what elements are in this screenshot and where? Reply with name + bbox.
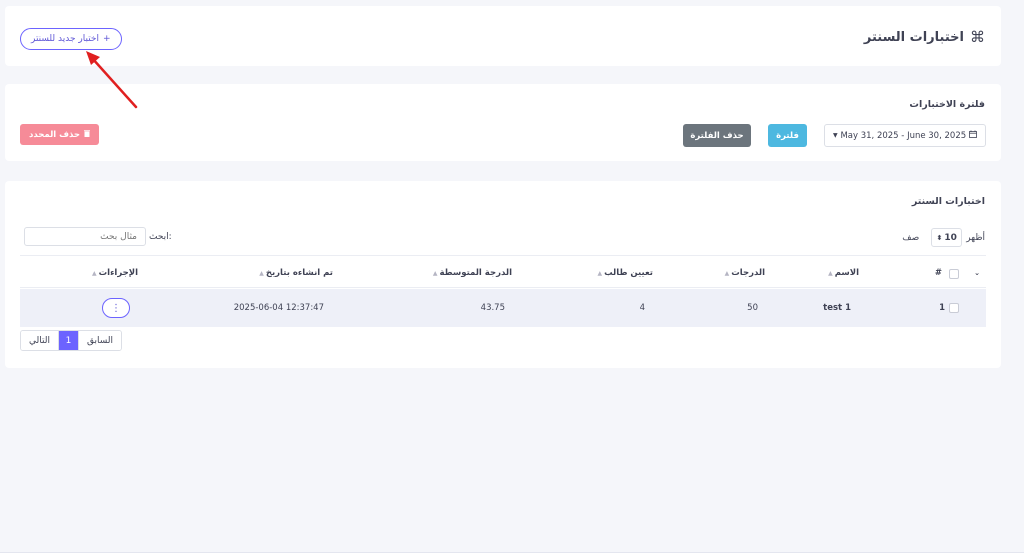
- new-exam-label: اختبار جديد للسنتر: [31, 34, 99, 44]
- col-avg[interactable]: الدرجة المتوسطة▲: [433, 268, 512, 278]
- col-grades[interactable]: الدرجات▲: [725, 268, 765, 278]
- row-index: 1: [939, 303, 945, 313]
- select-all-checkbox[interactable]: [949, 269, 959, 279]
- row-checkbox[interactable]: [949, 303, 959, 313]
- pagination-next[interactable]: التالي: [21, 331, 58, 350]
- sort-icon: ▲: [828, 270, 833, 277]
- row-name: test 1: [823, 303, 851, 313]
- bulk-actions-chevron-icon[interactable]: ⌄: [974, 268, 980, 278]
- filter-button[interactable]: فلترة: [768, 124, 807, 147]
- page-title: ⌘ اختبارات السنتر: [864, 28, 985, 46]
- command-icon: ⌘: [970, 28, 985, 46]
- page-size-select[interactable]: 10 ⬍: [931, 228, 963, 247]
- trash-icon: [84, 129, 91, 140]
- table-row[interactable]: 1 test 1 50 4 43.75 2025-06-04 12:37:47 …: [20, 289, 986, 327]
- col-assign-label: تعيين طالب: [604, 268, 653, 278]
- col-grades-label: الدرجات: [731, 268, 765, 278]
- date-range-picker[interactable]: ▼ May 31, 2025 - June 30, 2025: [824, 124, 986, 147]
- filter-card: فلترة الاختبارات ▼ May 31, 2025 - June 3…: [5, 84, 1001, 161]
- plus-icon: +: [102, 34, 111, 44]
- col-actions[interactable]: الإجراءات▲: [92, 268, 138, 278]
- search-label: ابحث:: [149, 231, 172, 242]
- page-title-text: اختبارات السنتر: [863, 29, 964, 45]
- page-header-card: ⌘ اختبارات السنتر + اختبار جديد للسنتر: [5, 6, 1001, 66]
- search-input[interactable]: [24, 227, 146, 246]
- col-name[interactable]: الاسم▲: [828, 268, 859, 278]
- col-avg-label: الدرجة المتوسطة: [439, 268, 512, 278]
- col-index[interactable]: #: [935, 268, 942, 278]
- exams-table-card: اختبارات السنتر أظهر 10 ⬍ صف ابحث: ⌄ # ا…: [5, 181, 1001, 368]
- page-size-control: أظهر 10 ⬍ صف: [902, 228, 985, 247]
- table-header-row: ⌄ # الاسم▲ الدرجات▲ تعيين طالب▲ الدرجة ا…: [20, 264, 986, 286]
- sort-icon: ▲: [597, 270, 603, 277]
- pagination: التالي 1 السابق: [20, 330, 122, 351]
- filter-title: فلترة الاختبارات: [909, 99, 985, 110]
- show-suffix: صف: [902, 232, 920, 243]
- row-avg: 43.75: [480, 303, 505, 313]
- sort-arrows-icon: ⬍: [936, 233, 943, 242]
- search-control: ابحث:: [24, 227, 172, 246]
- sort-icon: ▲: [432, 270, 438, 277]
- chevron-down-icon: ▼: [833, 132, 838, 139]
- annotation-arrow-icon: [86, 51, 138, 109]
- table-top-divider: [20, 255, 986, 256]
- col-created-label: تم انشاءه بتاريخ: [265, 268, 333, 278]
- row-grades: 50: [747, 303, 758, 313]
- delete-selected-button[interactable]: حذف المحدد: [20, 124, 99, 145]
- new-exam-button[interactable]: + اختبار جديد للسنتر: [20, 28, 122, 50]
- sort-icon: ▲: [724, 270, 730, 277]
- show-prefix: أظهر: [966, 232, 985, 243]
- table-title: اختبارات السنتر: [911, 196, 985, 207]
- row-actions-button[interactable]: ⋮: [102, 298, 130, 318]
- col-name-label: الاسم: [834, 268, 859, 278]
- pagination-current-page[interactable]: 1: [57, 331, 78, 350]
- date-range-value: May 31, 2025 - June 30, 2025: [840, 130, 967, 141]
- pagination-prev[interactable]: السابق: [77, 331, 121, 350]
- row-created: 2025-06-04 12:37:47: [233, 303, 324, 313]
- row-assign: 4: [639, 303, 645, 313]
- delete-selected-label: حذف المحدد: [28, 129, 81, 140]
- sort-icon: ▲: [259, 270, 264, 277]
- col-assign[interactable]: تعيين طالب▲: [597, 268, 653, 278]
- calendar-icon: [969, 130, 977, 141]
- sort-icon: ▲: [92, 270, 97, 277]
- clear-filter-button[interactable]: حذف الفلترة: [683, 124, 751, 147]
- col-created[interactable]: تم انشاءه بتاريخ▲: [259, 268, 333, 278]
- col-actions-label: الإجراءات: [98, 268, 138, 278]
- page-size-value: 10: [944, 232, 957, 243]
- table-header-divider: [20, 287, 986, 288]
